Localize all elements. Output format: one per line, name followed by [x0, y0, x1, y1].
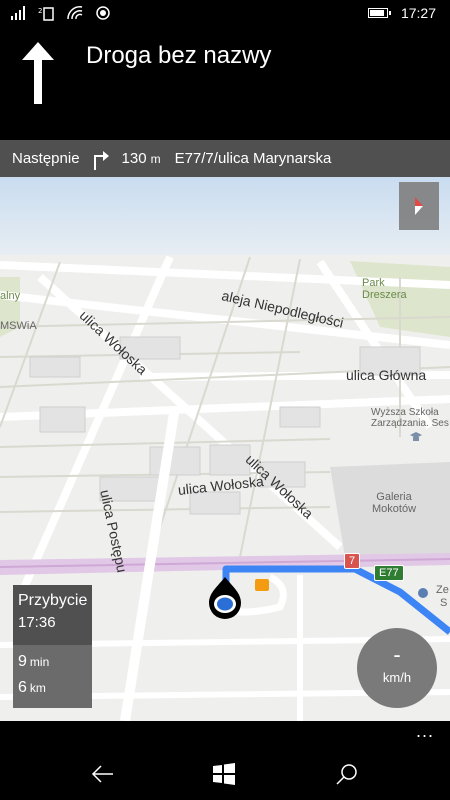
arrival-time: 17:36 [18, 614, 56, 631]
current-location-marker [207, 577, 243, 621]
road-shield-7: 7 [344, 553, 361, 569]
location-icon [94, 5, 112, 21]
wifi-icon [66, 5, 84, 21]
speed-unit: km/h [382, 670, 412, 685]
label-galeria-mokotow: Galeria Mokotów [372, 491, 417, 515]
battery-icon [368, 8, 391, 18]
poi-icon[interactable] [417, 586, 429, 598]
label-park-dreszera: Park Dreszera [362, 277, 407, 301]
remaining-time-unit: min [29, 655, 50, 669]
next-label: Następnie [12, 150, 80, 167]
current-street: Droga bez nazwy [86, 42, 272, 69]
straight-arrow-icon [22, 42, 54, 104]
compass-needle-icon [415, 197, 423, 215]
briefcase-icon[interactable] [255, 579, 269, 591]
label-wyzsza-szkola: Wyższa Szkoła Zarządzania. Ses [371, 407, 449, 429]
system-nav-bar [0, 748, 450, 800]
turn-right-icon [93, 150, 109, 170]
road-shield-e77: E77 [374, 565, 404, 581]
more-button[interactable]: ... [416, 721, 434, 742]
status-bar: 2 17:27 [0, 0, 450, 28]
back-button[interactable] [82, 758, 122, 790]
windows-icon [213, 763, 235, 785]
speed-value: - [393, 642, 401, 667]
next-instruction-bar: Następnie 130 m E77/7/ulica Marynarska [0, 140, 450, 177]
arrival-title: Przybycie [18, 592, 88, 609]
remaining-distance-unit: km [29, 681, 46, 695]
label-s: S [440, 597, 448, 609]
next-road: E77/7/ulica Marynarska [174, 150, 332, 167]
remaining-time: 9 [18, 653, 27, 670]
search-button[interactable] [327, 758, 367, 790]
svg-text:2: 2 [38, 7, 42, 15]
school-icon[interactable] [410, 430, 422, 442]
label-ulica-glowna: ulica Główna [346, 367, 427, 383]
label-mswia: MSWiA [0, 320, 37, 332]
back-icon [91, 765, 113, 783]
remaining-distance: 6 [18, 679, 27, 696]
app-bar: ... [0, 721, 450, 748]
label-ze: Ze [436, 584, 449, 596]
clock: 17:27 [400, 5, 436, 21]
arrival-panel[interactable]: Przybycie 17:36 9 min 6 km [13, 585, 92, 708]
next-distance-unit: m [150, 151, 161, 166]
label-alny: alny [0, 290, 21, 302]
next-distance: 130 [121, 150, 147, 167]
signal-icon [10, 5, 28, 21]
map-view[interactable]: aleja Niepodległości ulica Wołoska ulica… [0, 177, 450, 721]
search-icon [336, 764, 357, 785]
speed-indicator: - km/h [357, 628, 437, 708]
guidance-header: Droga bez nazwy [0, 28, 450, 140]
sim-icon: 2 [38, 5, 56, 21]
compass-button[interactable] [399, 182, 439, 230]
home-button[interactable] [204, 758, 244, 790]
